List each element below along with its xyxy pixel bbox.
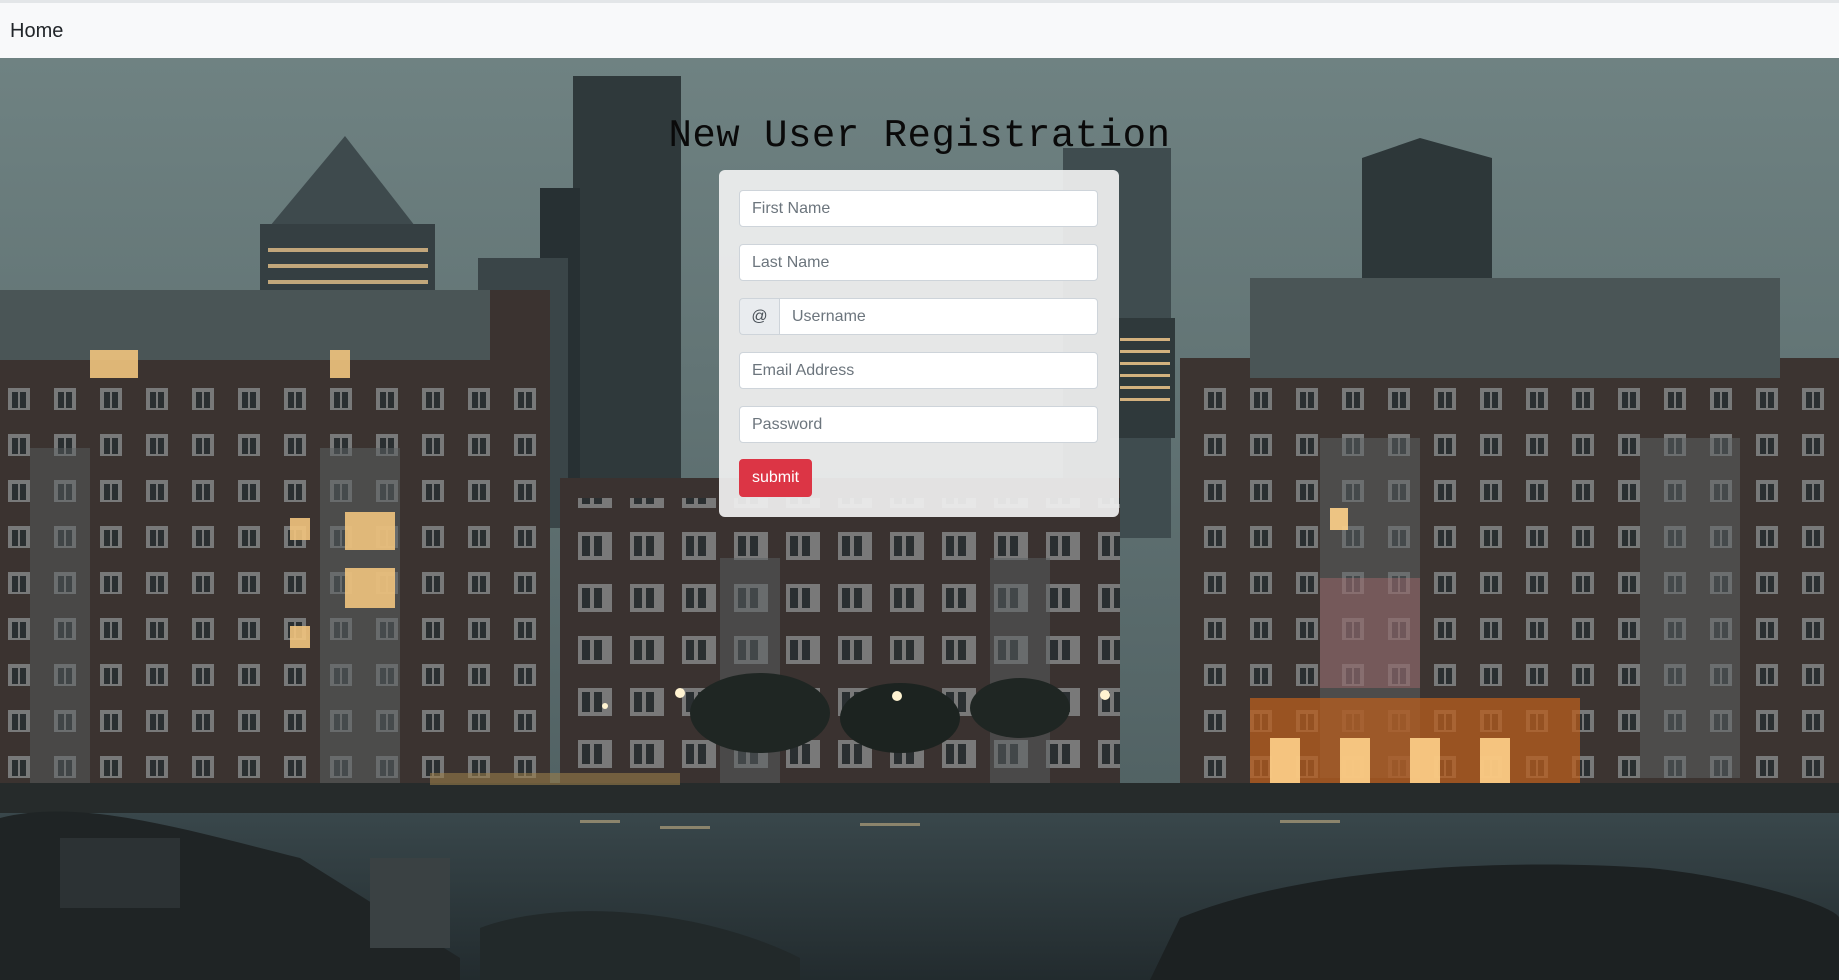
nav-home-link[interactable]: Home	[10, 20, 63, 43]
username-input-group: @	[739, 298, 1098, 335]
email-input[interactable]	[739, 352, 1098, 389]
submit-button[interactable]: submit	[739, 459, 813, 497]
registration-form: @ submit	[719, 170, 1119, 517]
page-title: New User Registration	[668, 114, 1171, 158]
first-name-input[interactable]	[739, 190, 1098, 227]
last-name-input[interactable]	[739, 244, 1098, 281]
username-input[interactable]	[779, 298, 1098, 335]
navbar: Home	[0, 0, 1839, 58]
password-input[interactable]	[739, 406, 1098, 443]
at-sign-prefix: @	[739, 298, 779, 335]
